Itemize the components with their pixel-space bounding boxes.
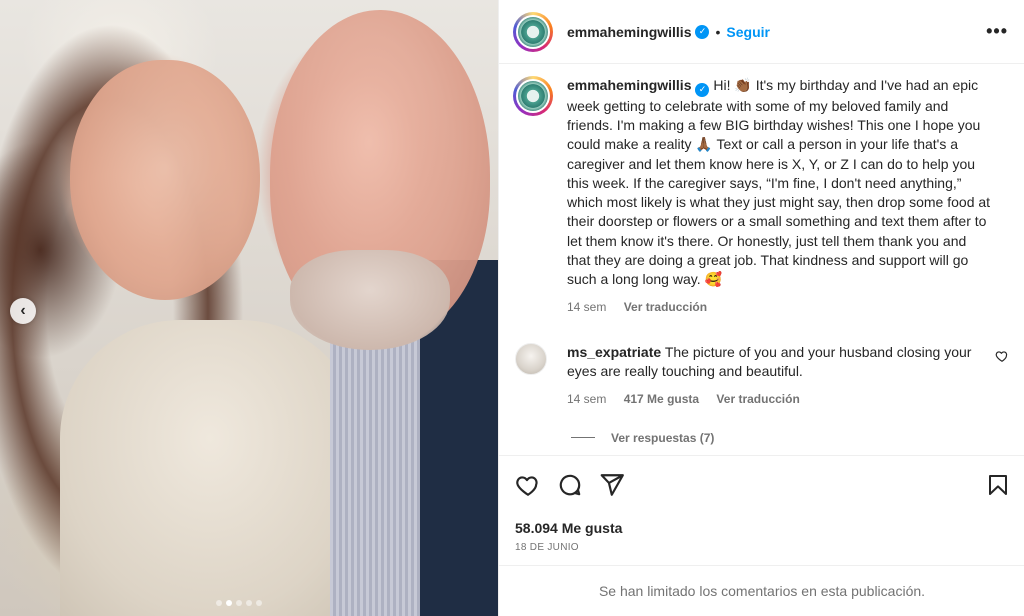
post-date: 18 DE JUNIO: [515, 542, 579, 553]
avatar-image: [518, 16, 548, 47]
avatar-image: [518, 81, 548, 111]
carousel-dot: [246, 600, 252, 606]
chevron-left-icon: ‹: [20, 302, 26, 319]
like-heart-icon[interactable]: [515, 472, 541, 498]
comment-meta: 14 sem 417 Me gusta Ver traducción: [567, 390, 977, 409]
author-username[interactable]: emmahemingwillis: [567, 24, 691, 40]
carousel-dot: [236, 600, 242, 606]
comment-likes[interactable]: 417 Me gusta: [624, 392, 699, 406]
post-header: emmahemingwillis ✓ • Seguir •••: [499, 0, 1024, 64]
comments-limited-notice: Se han limitado los comentarios en esta …: [499, 565, 1024, 616]
photo-region-beard: [290, 250, 450, 350]
share-paper-plane-icon[interactable]: [599, 472, 625, 498]
caption: emmahemingwillis ✓ Hi! 👏🏾 It's my birthda…: [513, 76, 1009, 317]
carousel-dot: [256, 600, 262, 606]
verified-badge-icon: ✓: [695, 24, 710, 39]
comments-section[interactable]: emmahemingwillis ✓ Hi! 👏🏾 It's my birthda…: [499, 64, 1024, 454]
caption-text: Hi! 👏🏾 It's my birthday and I've had an …: [567, 77, 991, 288]
carousel-dot: [216, 600, 222, 606]
comment-author[interactable]: ms_expatriate: [567, 344, 661, 360]
save-bookmark-icon[interactable]: [985, 472, 1011, 498]
view-replies-button[interactable]: Ver respuestas (7): [571, 431, 1009, 445]
author-avatar[interactable]: [513, 11, 553, 52]
caption-meta: 14 sem Ver traducción: [567, 298, 991, 317]
comment-item: ms_expatriate The picture of you and you…: [513, 342, 1009, 409]
caption-age: 14 sem: [567, 299, 607, 314]
replies-line: [571, 437, 595, 439]
action-icons: [515, 470, 1011, 500]
carousel-dots: [216, 600, 262, 606]
carousel-prev-button[interactable]: ‹: [10, 298, 36, 324]
photo-region-sweater: [60, 320, 360, 616]
caption-body: emmahemingwillis ✓ Hi! 👏🏾 It's my birthda…: [567, 76, 991, 317]
carousel-dot-active: [226, 600, 232, 606]
commenter-avatar[interactable]: [515, 342, 547, 375]
post-actions: 58.094 Me gusta 18 DE JUNIO: [499, 455, 1024, 553]
more-options-icon[interactable]: •••: [986, 21, 1008, 42]
caption-avatar[interactable]: [513, 76, 553, 116]
caption-translate-link[interactable]: Ver traducción: [624, 300, 707, 314]
verified-badge-icon: ✓: [695, 82, 710, 97]
instagram-post-modal: ‹ emmahemingwillis ✓ • Seguir ••• emmahe…: [0, 0, 1024, 616]
post-side-panel: emmahemingwillis ✓ • Seguir ••• emmahemi…: [498, 0, 1024, 616]
post-photo[interactable]: ‹: [0, 0, 498, 616]
caption-author[interactable]: emmahemingwillis: [567, 77, 691, 93]
comment-translate-link[interactable]: Ver traducción: [716, 392, 799, 406]
comment-body: ms_expatriate The picture of you and you…: [567, 343, 977, 409]
comment-age: 14 sem: [567, 391, 607, 406]
photo-region-woman-face: [70, 60, 260, 300]
likes-count[interactable]: 58.094 Me gusta: [515, 520, 1011, 536]
header-separator: •: [715, 23, 721, 40]
comment-like-heart-icon[interactable]: [995, 349, 1009, 363]
view-replies-label: Ver respuestas (7): [611, 430, 715, 445]
comment-bubble-icon[interactable]: [557, 472, 583, 498]
follow-button[interactable]: Seguir: [726, 24, 770, 40]
